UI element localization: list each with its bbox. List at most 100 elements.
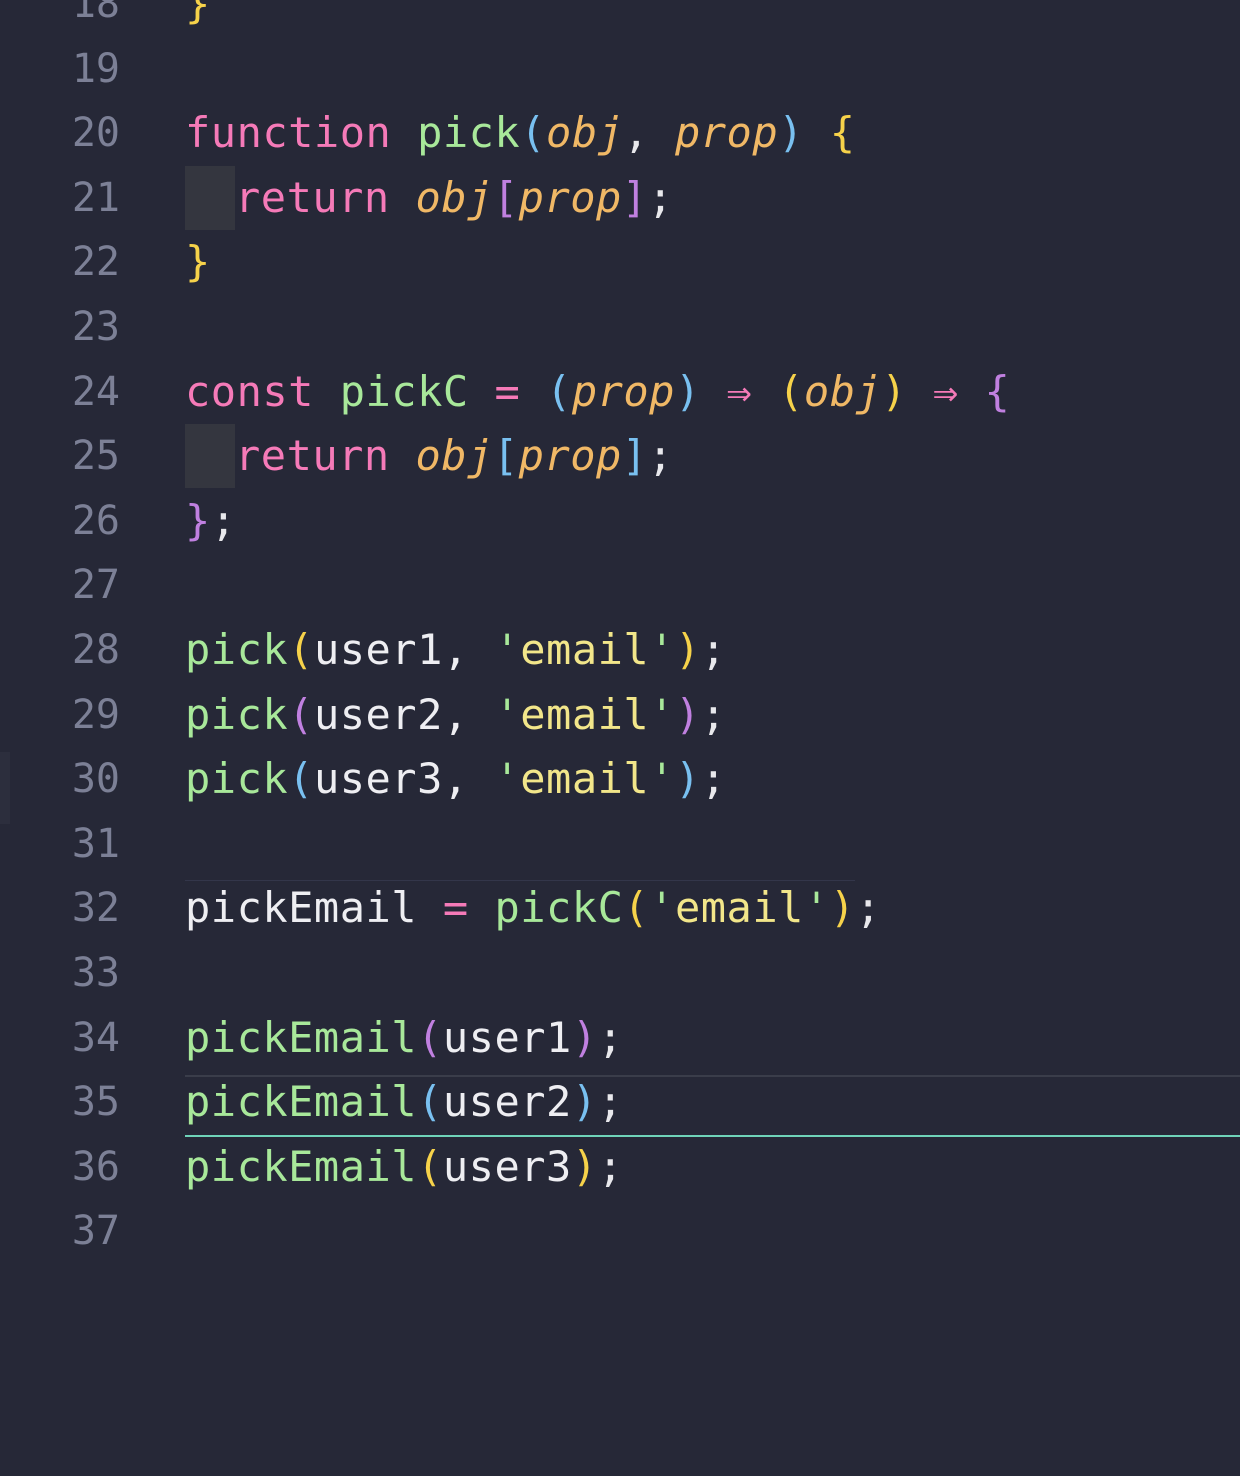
code-line[interactable]: 25 return obj[prop]; [0,424,1240,489]
line-number: 29 [71,691,120,738]
line-number: 32 [71,885,120,932]
line-code: pickEmail(user1); [185,1006,623,1070]
code-token: ; [647,431,674,481]
code-token: user1 [442,1012,572,1062]
line-code: pickEmail(user2); [185,1070,623,1134]
line-number: 21 [71,174,120,221]
code-token: ' [649,883,675,933]
line-number: 35 [71,1079,120,1126]
code-token: ) [675,754,701,804]
line-number: 24 [71,368,120,415]
code-token: obj [415,172,493,222]
code-token: pickEmail [185,883,418,933]
code-line[interactable]: 23 [0,295,1240,359]
code-line[interactable]: 28 pick(user1, 'email'); [0,618,1240,682]
code-line[interactable]: 31 [0,812,1240,876]
code-token: [ [492,172,519,222]
code-token: ; [700,625,727,674]
line-number: 23 [71,304,120,350]
line-code: pickEmail(user3); [185,1135,623,1199]
line-code: function pick(obj, prop) { [185,101,856,165]
code-token: ( [288,625,314,674]
code-line[interactable]: 32 pickEmail = pickC('email'); [0,876,1240,940]
code-line[interactable]: 36 pickEmail(user3); [0,1135,1240,1199]
code-token: ] [621,431,648,481]
code-token: obj [546,108,624,158]
code-editor[interactable]: 18} 19 20 function pick(obj, prop) {21 retur… [0,0,1240,1476]
code-line[interactable]: 37 [0,1199,1240,1263]
line-code: }; [185,489,237,553]
line-number: 37 [71,1208,120,1255]
code-token: const [185,366,340,416]
code-line[interactable]: 34 pickEmail(user1); [0,1006,1240,1070]
line-number: 34 [71,1014,120,1061]
line-number: 27 [71,562,120,609]
code-line[interactable]: 33 [0,941,1240,1005]
code-token: ( [417,1077,443,1127]
code-token: ' [649,689,675,739]
code-token: , [623,108,675,158]
code-token: prop [518,172,622,222]
code-token: ] [621,172,648,222]
line-code: pickEmail = pickC('email'); [185,876,881,940]
line-number: 30 [71,756,120,803]
line-number: 28 [71,627,120,673]
code-token: ; [597,1012,624,1062]
code-line[interactable]: 30 pick(user3, 'email'); [0,747,1240,811]
code-line[interactable]: 20 function pick(obj, prop) { [0,101,1240,165]
code-line[interactable]: 35 pickEmail(user2); [0,1070,1240,1134]
code-token: user2 [442,1077,572,1127]
code-line[interactable]: 21 return obj[prop]; [0,165,1240,230]
code-token: prop [674,108,779,158]
code-token: obj [415,431,493,481]
code-token: = [417,883,495,933]
line-code: const pickC = (prop) ⇒ (obj) ⇒ { [185,360,1010,424]
code-line[interactable]: 29 pick(user2, 'email'); [0,683,1240,747]
code-line[interactable]: 27 [0,553,1240,617]
line-number: 20 [71,110,120,157]
line-number: 18 [71,0,120,27]
code-token: ( [417,1141,443,1191]
code-token: ) [571,1077,598,1127]
code-token: [ [492,431,519,481]
code-token: ( [778,366,804,416]
code-token: return [235,431,416,481]
code-token: user1, [313,625,495,674]
code-token: ; [597,1077,624,1127]
line-code: pick(user1, 'email'); [185,618,727,682]
code-line[interactable]: 24 const pickC = (prop) ⇒ (obj) ⇒ { [0,360,1240,424]
indent-guide [185,424,235,489]
code-token: ; [597,1141,624,1191]
code-token: function [185,108,418,158]
code-line[interactable]: 18} [0,0,1240,36]
indent-guide [185,165,235,230]
code-token: ' [803,883,830,933]
line-number: 19 [71,45,120,92]
code-token: ' [494,689,521,739]
line-number: 36 [71,1143,120,1190]
code-token: ' [649,754,675,804]
line-number: 33 [71,950,120,996]
code-token: ) [675,625,701,674]
code-token: ; [700,689,727,739]
code-token: { [829,108,856,158]
code-token: prop [571,366,675,416]
code-token: pickEmail [185,1012,418,1062]
code-token: email [520,754,650,804]
code-token: ) [674,366,727,416]
code-token: ' [494,754,521,804]
code-token: } [185,237,211,287]
code-line[interactable]: 22} [0,230,1240,294]
code-token: pick [417,108,521,158]
code-token: } [185,0,211,28]
code-token: ⇒ [726,366,779,416]
code-token: ) [571,1012,598,1062]
code-token: ( [520,108,547,158]
code-token: ( [417,1012,443,1062]
line-code: } [185,230,211,294]
code-token: email [520,689,650,739]
code-token: ( [623,883,650,933]
code-token: } [185,495,211,545]
code-line[interactable]: 19 [0,37,1240,101]
code-line[interactable]: 26}; [0,489,1240,553]
